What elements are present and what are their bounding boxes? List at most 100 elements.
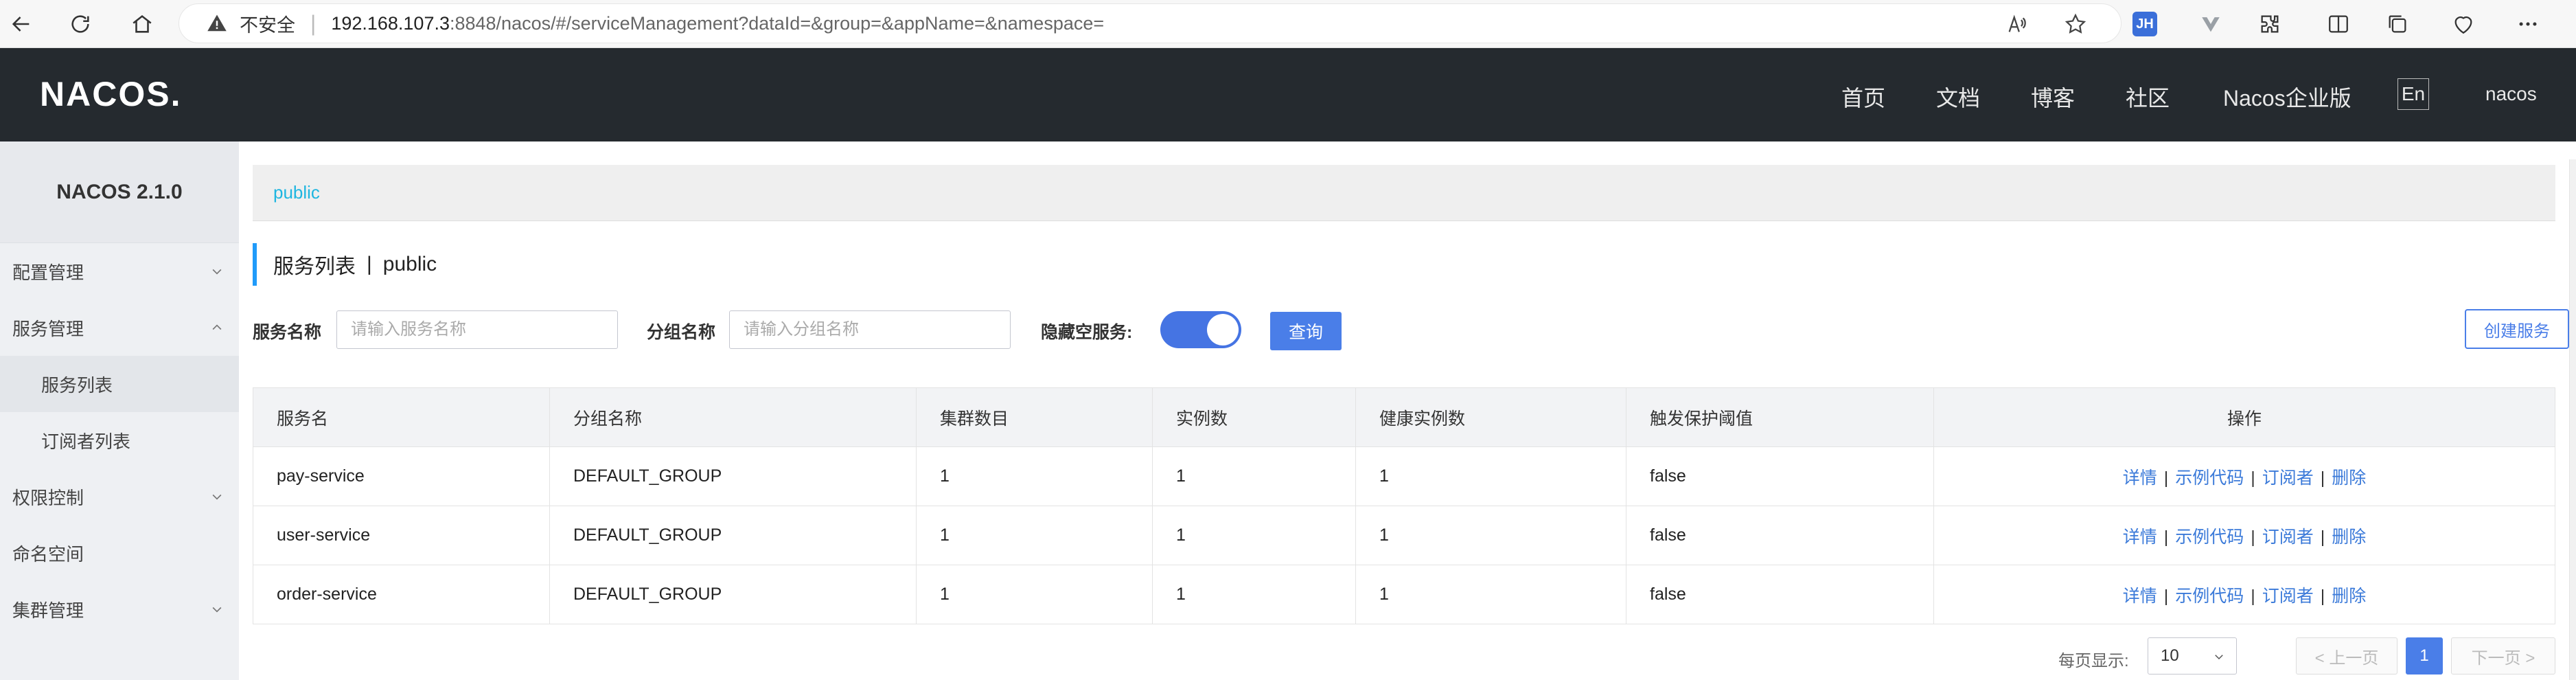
language-switch-button[interactable]: En	[2397, 78, 2429, 110]
detail-link[interactable]: 详情	[2123, 587, 2157, 606]
operation-separator: |	[2163, 527, 2169, 547]
extension-jh-icon[interactable]: JH	[2130, 9, 2160, 39]
sidebar-item-config-management[interactable]: 配置管理	[0, 243, 239, 299]
subscriber-link[interactable]: 订阅者	[2262, 468, 2314, 488]
instance-count-cell: 1	[1152, 565, 1356, 624]
address-bar[interactable]: 不安全 | 192.168.107.3 :8848/nacos/#/servic…	[179, 3, 2121, 43]
cluster-count-cell: 1	[916, 446, 1153, 506]
operations-cell: 详情 | 示例代码 | 订阅者 | 删除	[1933, 446, 2555, 506]
sidebar-item-cluster-management[interactable]: 集群管理	[0, 581, 239, 637]
extension-v-icon[interactable]	[2196, 9, 2226, 39]
sidebar-item-access-control[interactable]: 权限控制	[0, 468, 239, 525]
service-name-cell: order-service	[253, 565, 550, 624]
operation-separator: |	[2251, 527, 2255, 547]
healthy-instance-count-cell: 1	[1355, 565, 1626, 624]
col-instance-count: 实例数	[1152, 387, 1356, 447]
delete-link[interactable]: 删除	[2332, 468, 2366, 488]
operation-separator: |	[2251, 468, 2255, 488]
toggle-knob	[1207, 314, 1239, 345]
sample-code-link[interactable]: 示例代码	[2175, 468, 2244, 488]
sidebar-item-label: 集群管理	[12, 600, 84, 621]
create-service-button[interactable]: 创建服务	[2465, 309, 2569, 349]
sidebar-item-label: 命名空间	[12, 543, 84, 565]
sidebar-item-service-management[interactable]: 服务管理	[0, 299, 239, 356]
page-scrollbar[interactable]	[2569, 159, 2576, 680]
group-name-cell: DEFAULT_GROUP	[549, 446, 917, 506]
healthy-instance-count-cell: 1	[1355, 506, 1626, 565]
sample-code-link[interactable]: 示例代码	[2175, 587, 2244, 606]
sidebar-item-subscriber-list[interactable]: 订阅者列表	[0, 412, 239, 468]
sidebar-item-namespace[interactable]: 命名空间	[0, 525, 239, 581]
namespace-bar: public	[253, 165, 2555, 221]
group-name-cell: DEFAULT_GROUP	[549, 506, 917, 565]
col-service-name: 服务名	[253, 387, 550, 447]
app-header: NACOS. 首页 文档 博客 社区 Nacos企业版 En nacos	[0, 48, 2576, 141]
group-name-input[interactable]	[729, 310, 1011, 349]
nav-docs[interactable]: 文档	[1936, 81, 1980, 113]
sidebar-item-label: 订阅者列表	[41, 431, 131, 452]
sidebar-item-service-list[interactable]: 服务列表	[0, 356, 239, 412]
table-row: pay-service DEFAULT_GROUP 1 1 1 false 详情 | 示例代码 |…	[253, 446, 2555, 506]
back-icon[interactable]	[3, 5, 40, 43]
chevron-down-icon	[212, 494, 222, 500]
operations-cell: 详情 | 示例代码 | 订阅者 | 删除	[1933, 565, 2555, 624]
group-name-cell: DEFAULT_GROUP	[549, 565, 917, 624]
query-button[interactable]: 查询	[1270, 312, 1342, 350]
subscriber-link[interactable]: 订阅者	[2262, 587, 2314, 606]
page-size-select[interactable]: 10	[2148, 637, 2237, 675]
delete-link[interactable]: 删除	[2332, 528, 2366, 547]
nav-enterprise[interactable]: Nacos企业版	[2223, 81, 2351, 113]
operation-separator: |	[2320, 527, 2325, 547]
col-healthy-instance-count: 健康实例数	[1355, 387, 1626, 447]
operations-cell: 详情 | 示例代码 | 订阅者 | 删除	[1933, 506, 2555, 565]
browser-toolbar: 不安全 | 192.168.107.3 :8848/nacos/#/servic…	[0, 0, 2576, 48]
split-screen-icon[interactable]	[2323, 9, 2354, 39]
col-protect-threshold: 触发保护阈值	[1626, 387, 1934, 447]
collections-icon[interactable]	[2382, 9, 2413, 39]
home-icon[interactable]	[124, 5, 161, 43]
address-divider: |	[310, 10, 317, 36]
group-name-label: 分组名称	[647, 323, 716, 342]
page-number-current[interactable]: 1	[2406, 637, 2443, 675]
page-title: 服务列表 | public	[253, 243, 437, 286]
hide-empty-toggle[interactable]	[1160, 311, 1241, 348]
sample-code-link[interactable]: 示例代码	[2175, 528, 2244, 547]
filter-bar: 服务名称 分组名称 隐藏空服务: 查询 创建服务	[253, 309, 2569, 350]
pagination: 每页显示: 10 < 上一页 1 下一页 >	[239, 637, 2576, 679]
service-name-label: 服务名称	[253, 323, 322, 342]
extensions-puzzle-icon[interactable]	[2255, 9, 2285, 39]
user-name[interactable]: nacos	[2485, 83, 2537, 105]
more-menu-icon[interactable]	[2513, 9, 2543, 39]
healthy-instance-count-cell: 1	[1355, 446, 1626, 506]
nacos-logo[interactable]: NACOS.	[40, 70, 181, 118]
refresh-icon[interactable]	[62, 5, 99, 43]
col-group-name: 分组名称	[549, 387, 917, 447]
detail-link[interactable]: 详情	[2123, 468, 2157, 488]
nav-blog[interactable]: 博客	[2031, 81, 2075, 113]
url-path: :8848/nacos/#/serviceManagement?dataId=&…	[449, 12, 1105, 34]
instance-count-cell: 1	[1152, 446, 1356, 506]
sidebar-item-label: 服务列表	[41, 374, 113, 396]
nav-community[interactable]: 社区	[2126, 81, 2170, 113]
delete-link[interactable]: 删除	[2332, 587, 2366, 606]
page-size-value: 10	[2161, 646, 2179, 665]
namespace-tab-public[interactable]: public	[273, 182, 320, 203]
next-page-button[interactable]: 下一页 >	[2451, 637, 2555, 675]
hide-empty-label: 隐藏空服务:	[1041, 323, 1133, 342]
cluster-count-cell: 1	[916, 565, 1153, 624]
table-row: order-service DEFAULT_GROUP 1 1 1 false 详情 | 示例代…	[253, 565, 2555, 624]
service-name-input[interactable]	[336, 310, 618, 349]
main-content: public 服务列表 | public 服务名称 分组名称 隐藏空服务: 查询…	[239, 141, 2576, 680]
prev-page-button[interactable]: < 上一页	[2296, 637, 2397, 675]
browser-essentials-icon[interactable]	[2448, 9, 2479, 39]
nav-home[interactable]: 首页	[1841, 81, 1885, 113]
read-aloud-icon[interactable]	[2005, 12, 2029, 36]
detail-link[interactable]: 详情	[2123, 528, 2157, 547]
sidebar-item-label: 配置管理	[12, 262, 84, 283]
subscriber-link[interactable]: 订阅者	[2262, 528, 2314, 547]
cluster-count-cell: 1	[916, 506, 1153, 565]
service-name-cell: pay-service	[253, 446, 550, 506]
operation-separator: |	[2163, 468, 2169, 488]
favorite-star-icon[interactable]	[2064, 12, 2087, 36]
sidebar-item-label: 服务管理	[12, 318, 84, 339]
